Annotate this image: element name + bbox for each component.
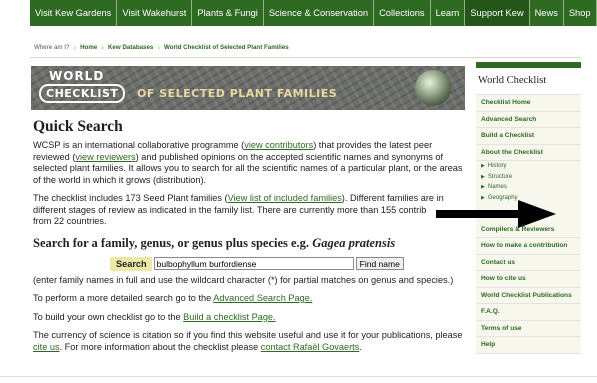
arrow-right-icon (436, 200, 556, 228)
nav-science-conservation[interactable]: Science & Conservation (264, 0, 375, 26)
banner-line-1: WORLD (49, 69, 105, 83)
cite-us-link[interactable]: cite us (33, 342, 60, 352)
sidebar-item-help[interactable]: Help (476, 337, 581, 354)
build-checklist-line: To build your own checklist go to the Bu… (33, 312, 465, 324)
intro-text-1: WCSP is an international collaborative p… (33, 140, 245, 150)
find-name-button[interactable]: Find name (355, 257, 404, 270)
citation-text-1: The currency of science is citation so i… (33, 330, 463, 340)
sidebar-item-how-to-cite-us[interactable]: How to cite us (476, 271, 581, 288)
nav-collections[interactable]: Collections (374, 0, 431, 26)
top-navigation: Visit Kew Gardens Visit Wakehurst Plants… (0, 0, 597, 26)
breadcrumb-world-checklist[interactable]: World Checklist of Selected Plant Famili… (160, 44, 293, 51)
triangle-right-icon: ▶ (481, 184, 485, 191)
search-heading-text: Search for a family, genus, or genus plu… (33, 235, 310, 250)
search-heading: Search for a family, genus, or genus plu… (33, 236, 465, 251)
sidebar-title: World Checklist (476, 68, 581, 95)
sidebar-item-advanced-search[interactable]: Advanced Search (476, 112, 581, 128)
triangle-right-icon: ▶ (481, 163, 485, 170)
sidebar-subitem-label: Structure (487, 173, 513, 180)
sidebar-subitem-structure[interactable]: ▶ Structure (476, 172, 581, 183)
included-families-link[interactable]: View list of included families (228, 193, 342, 203)
sidebar-item-build-a-checklist[interactable]: Build a Checklist (476, 128, 581, 145)
top-nav-bar: Visit Kew Gardens Visit Wakehurst Plants… (30, 0, 597, 26)
build-checklist-link[interactable]: Build a checklist Page. (183, 312, 275, 322)
advanced-search-line: To perform a more detailed search go to … (33, 293, 465, 305)
banner-line-2: CHECKLIST (39, 84, 126, 103)
breadcrumb-home[interactable]: Home (76, 44, 101, 51)
sidebar-item-checklist-home[interactable]: Checklist Home (476, 95, 581, 112)
search-input[interactable] (153, 257, 354, 270)
sidebar-item-about-the-checklist[interactable]: About the Checklist (476, 145, 581, 161)
sidebar-item-publications[interactable]: World Checklist Publications (476, 288, 581, 304)
search-hint: (enter family names in full and use the … (33, 274, 454, 285)
view-contributors-link[interactable]: view contributors (244, 140, 313, 150)
families-paragraph: The checklist includes 173 Seed Plant fa… (33, 193, 465, 228)
citation-text-3: . (359, 341, 362, 352)
nav-learn[interactable]: Learn (431, 0, 466, 26)
main-content: Quick Search WCSP is an international co… (33, 118, 465, 360)
sidebar-subitem-names[interactable]: ▶ Names (476, 182, 581, 193)
triangle-right-icon: ▶ (481, 173, 485, 180)
search-label: Search (110, 256, 152, 271)
advanced-search-link[interactable]: Advanced Search Page. (213, 293, 312, 303)
sidebar-item-terms-of-use[interactable]: Terms of use (476, 321, 581, 337)
sidebar-item-contact-us[interactable]: Contact us (476, 255, 581, 271)
nav-visit-kew-gardens[interactable]: Visit Kew Gardens (30, 0, 118, 26)
families-text-1: The checklist includes 173 Seed Plant fa… (33, 193, 228, 203)
breadcrumb-kew-databases[interactable]: Kew Databases (104, 44, 157, 51)
nav-news[interactable]: News (530, 0, 564, 26)
page-title: Quick Search (33, 118, 123, 135)
banner-line-3: OF SELECTED PLANT FAMILIES (137, 87, 338, 100)
advanced-text: To perform a more detailed search go to … (33, 293, 214, 303)
nav-support-kew[interactable]: Support Kew (465, 0, 530, 26)
nav-visit-wakehurst[interactable]: Visit Wakehurst (117, 0, 193, 26)
intro-paragraph: WCSP is an international collaborative p… (33, 140, 465, 186)
sidebar-subitem-history[interactable]: ▶ History (476, 161, 581, 172)
breadcrumb: Where am I? › Home › Kew Databases › Wor… (30, 40, 580, 54)
citation-paragraph: The currency of science is citation so i… (33, 330, 465, 353)
sidebar-item-faq[interactable]: F.A.Q. (476, 304, 581, 321)
globe-icon (415, 70, 451, 106)
divider (30, 57, 581, 58)
view-reviewers-link[interactable]: view reviewers (75, 152, 135, 162)
divider (0, 376, 597, 377)
nav-plants-fungi[interactable]: Plants & Fungi (192, 0, 264, 26)
search-example: Gagea pratensis (312, 235, 396, 250)
contact-rafael-govaerts-link[interactable]: contact Rafaël Govaerts (261, 342, 360, 352)
world-checklist-banner: WORLD CHECKLIST OF SELECTED PLANT FAMILI… (31, 66, 465, 110)
families-text-3: from 22 countries. (33, 216, 107, 226)
build-text: To build your own checklist go to the (33, 311, 184, 322)
search-form: Search Find name (110, 256, 465, 271)
breadcrumb-label: Where am I? (34, 43, 70, 51)
sidebar-subitem-label: Names (487, 184, 507, 191)
citation-text-2: . For more information about the checkli… (59, 341, 261, 352)
sidebar-item-make-contribution[interactable]: How to make a contribution (476, 238, 581, 255)
nav-shop[interactable]: Shop (564, 0, 597, 26)
sidebar-subitem-label: History (487, 163, 507, 170)
